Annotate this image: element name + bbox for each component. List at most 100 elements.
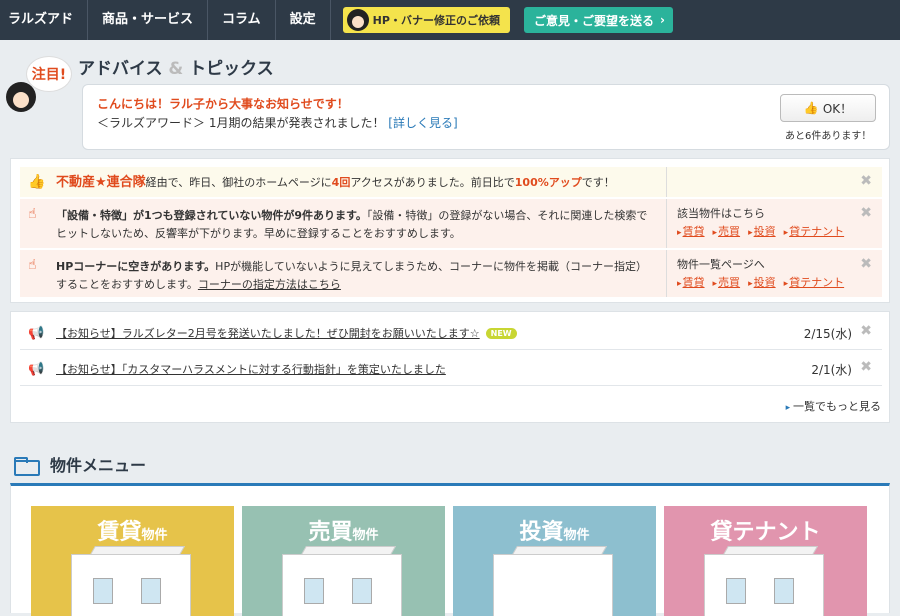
card-label-suffix: 物件 [563,528,590,543]
advice-title-a: アドバイス [78,59,163,79]
property-menu-title: 物件メニュー [50,456,147,475]
advice-message-text: ＜ラルズアワード＞ 1月期の結果が発表されました！ [97,116,385,130]
news-date: 2/1(水) [811,363,852,377]
thumbs-up-icon: 👍 [28,174,46,190]
news-panel: 📢 【お知らせ】ラルズレター2月号を発送いたしました！ぜひ開封をお願いいたします… [10,311,890,423]
access-percent: 100%アップ [514,176,582,189]
top-navigation: ラルズアド 商品・サービス コラム 設定 HP・バナー修正のご依頼 ご意見・ご要… [0,0,900,40]
remaining-count-note: あと6件あります！ [785,131,872,142]
access-notice-side [666,167,856,197]
ok-button[interactable]: 👍 OK！ [780,94,876,122]
news-title-link[interactable]: 【お知らせ】「カスタマーハラスメントに対する行動指針」を策定いたしました [56,361,446,377]
corner-side-title: 物件一覧ページへ [677,258,765,271]
access-notice: 👍 不動産★連合隊経由で、昨日、御社のホームページに4回アクセスがありました。前… [20,167,882,197]
close-icon[interactable]: ✖ [860,205,872,221]
facility-notice-side: 該当物件はこちら 賃貸売買投資貸テナント [666,199,856,248]
nav-settings[interactable]: 設定 [276,0,331,40]
advice-message-box: こんにちは！ラル子から大事なお知らせです！ ＜ラルズアワード＞ 1月期の結果が発… [82,84,890,150]
character-face-icon [346,9,369,31]
corner-notice-side: 物件一覧ページへ 賃貸売買投資貸テナント [666,250,856,297]
thumbs-up-icon: 👍 [803,101,819,115]
news-item: 📢 【お知らせ】ラルズレター2月号を発送いたしました！ぜひ開封をお願いいたします… [20,316,882,350]
news-more-link[interactable]: 一覧でもっと見る [786,398,881,414]
notices-panel: 👍 不動産★連合隊経由で、昨日、御社のホームページに4回アクセスがありました。前… [10,158,890,303]
card-label: 貸テナント [664,514,867,546]
hp-banner-request-button[interactable]: HP・バナー修正のご依頼 [342,7,510,33]
link-tenant[interactable]: 貸テナント [784,225,844,238]
access-text-2: アクセスがありました。前日比で [350,176,515,189]
chevron-right-icon: › [659,13,665,27]
access-text-1: 経由で、昨日、御社のホームページに [145,176,332,189]
house-illustration [282,554,402,616]
megaphone-icon: 📢 [28,326,45,341]
house-window [352,578,372,604]
card-label-suffix: 物件 [141,528,168,543]
pointing-hand-icon: ☝ [28,206,37,222]
link-rent[interactable]: 賃貸 [677,276,705,289]
building-illustration [493,554,613,616]
house-window [304,578,324,604]
brand-name: 不動産★連合隊 [56,175,146,190]
property-menu-panel: 賃貸物件 売買物件 投資物件 貸テナント [10,483,890,616]
link-tenant[interactable]: 貸テナント [784,276,844,289]
facility-links: 賃貸売買投資貸テナント [677,223,856,242]
advice-message: ＜ラルズアワード＞ 1月期の結果が発表されました！ [詳しく見る] [97,114,458,131]
link-investment[interactable]: 投資 [748,225,776,238]
property-menu-heading: 物件メニュー [14,452,146,476]
shop-illustration [704,554,824,616]
link-sale[interactable]: 売買 [713,225,740,238]
new-badge: NEW [485,328,517,339]
access-notice-text: 不動産★連合隊経由で、昨日、御社のホームページに4回アクセスがありました。前日比… [56,174,650,192]
folder-open-icon [14,455,40,476]
advice-greeting: こんにちは！ラル子から大事なお知らせです！ [97,97,349,111]
card-label-suffix: 物件 [352,528,379,543]
advice-topics-title: アドバイス & トピックス [78,54,274,79]
corner-notice-bold: HPコーナーに空きがあります。 [56,260,216,273]
nav-products-services[interactable]: 商品・サービス [88,0,209,40]
pointing-hand-icon: ☝ [28,257,37,273]
news-item: 📢 【お知らせ】「カスタマーハラスメントに対する行動指針」を策定いたしました 2… [20,352,882,386]
news-title-link[interactable]: 【お知らせ】ラルズレター2月号を発送いたしました！ぜひ開封をお願いいたします☆ N… [56,325,517,341]
access-count: 4回 [331,176,351,189]
feedback-label: ご意見・ご要望を送る [533,13,654,28]
link-rent[interactable]: 賃貸 [677,225,705,238]
advice-detail-link[interactable]: [詳しく見る] [388,116,457,130]
facility-notice-bold: 「設備・特徴」が1つも登録されていない物件が9件あります。 [56,209,367,222]
close-icon[interactable]: ✖ [860,323,872,339]
card-label: 売買物件 [242,514,445,546]
corner-notice-text: HPコーナーに空きがあります。HPが機能していないように見えてしまうため、コーナ… [56,258,650,294]
nav-column[interactable]: コラム [208,0,276,40]
house-illustration [71,554,191,616]
mascot-girl-icon [6,82,36,112]
nav-home-logo[interactable]: ラルズアド [0,0,89,40]
card-label-main: 賃貸 [97,520,142,545]
card-label-main: 売買 [308,520,353,545]
close-icon[interactable]: ✖ [860,173,872,189]
feedback-button[interactable]: ご意見・ご要望を送る › [523,7,673,33]
corner-howto-link[interactable]: コーナーの指定方法はこちら [198,278,341,291]
shop-window [726,578,746,604]
link-investment[interactable]: 投資 [748,276,776,289]
corner-notice: ☝ HPコーナーに空きがあります。HPが機能していないように見えてしまうため、コ… [20,250,882,297]
news-date: 2/15(水) [803,327,852,341]
advice-title-amp: & [168,59,184,79]
close-icon[interactable]: ✖ [860,256,872,272]
link-sale[interactable]: 売買 [713,276,740,289]
megaphone-icon: 📢 [28,362,45,377]
attention-bubble: 注目! [26,56,72,92]
card-label-main: 投資 [519,520,564,545]
shop-window [774,578,794,604]
house-window [141,578,161,604]
access-text-3: です！ [581,176,615,189]
card-label-main: 貸テナント [710,520,821,545]
hp-banner-request-label: HP・バナー修正のご依頼 [372,14,500,27]
card-label: 賃貸物件 [31,514,234,546]
news-title: 【お知らせ】ラルズレター2月号を発送いたしました！ぜひ開封をお願いいたします☆ [56,327,480,340]
house-window [93,578,113,604]
corner-links: 賃貸売買投資貸テナント [677,274,856,293]
card-label: 投資物件 [453,514,656,546]
facility-notice: ☝ 「設備・特徴」が1つも登録されていない物件が9件あります。「設備・特徴」の登… [20,199,882,248]
facility-side-title: 該当物件はこちら [677,207,765,220]
advice-title-b: トピックス [189,59,274,79]
close-icon[interactable]: ✖ [860,359,872,375]
